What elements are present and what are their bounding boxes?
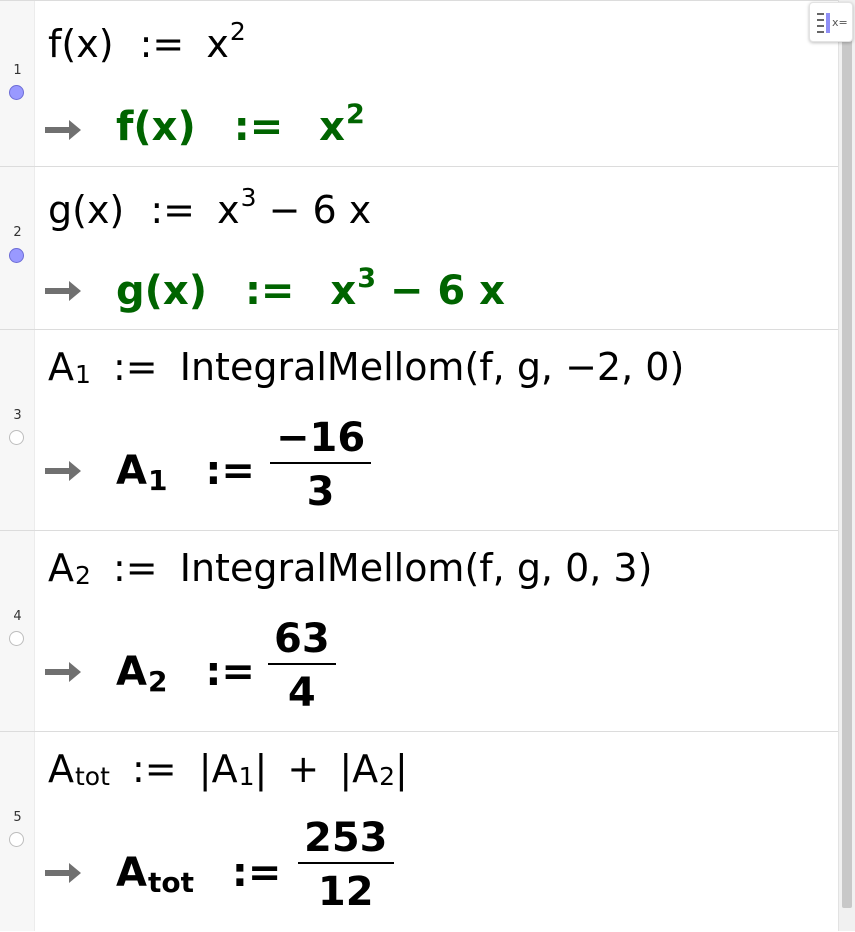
right-arrow-icon [45,863,81,883]
plus-operator: + [287,747,320,791]
cas-output: g(x) := x3 − 6 x [116,265,505,314]
scrollbar-thumb[interactable] [842,20,852,908]
variable-name: A [116,448,147,494]
cas-input[interactable]: Atot := |A1| + |A2| [48,747,408,791]
cas-row-2[interactable]: 2 g(x) := x3 − 6 x g(x) := x3 − 6 x [0,167,838,330]
row-number: 3 [13,408,22,423]
row-number: 2 [13,225,22,240]
visibility-toggle-icon[interactable] [9,631,24,646]
fraction-numerator: 253 [304,815,388,861]
command-expression: IntegralMellom(f, g, −2, 0) [179,345,685,389]
base: x [319,104,345,150]
abs-bar: | [198,747,212,791]
exponent: 3 [357,263,376,294]
fraction-denominator: 12 [317,869,374,915]
assign-operator: := [150,188,196,232]
function-name: f(x) [116,104,196,150]
cas-output: A2 := [116,649,277,696]
assign-operator: := [205,649,255,695]
row-number: 5 [13,810,22,825]
variable-subscript: 2 [75,561,91,590]
fraction-denominator: 4 [287,670,316,716]
visibility-toggle-icon[interactable] [9,85,24,100]
cas-output: f(x) := x2 [116,101,365,150]
variable-subscript: 2 [379,762,396,791]
function-name: g(x) [48,188,125,232]
cas-input[interactable]: A1 := IntegralMellom(f, g, −2, 0) [48,345,685,389]
toggle-label: x= [832,16,848,29]
fraction-numerator: −16 [276,415,366,461]
visibility-toggle-icon[interactable] [9,832,24,847]
right-arrow-icon [45,120,81,140]
right-arrow-icon [45,281,81,301]
abs-bar: | [339,747,353,791]
exponent: 2 [229,17,246,46]
command-expression: IntegralMellom(f, g, 0, 3) [179,546,653,590]
cas-output: A1 := [116,448,277,495]
assign-operator: := [231,850,282,896]
vertical-scrollbar[interactable] [838,0,855,931]
cas-view: 1 f(x) := x2 f(x) := x2 2 g(x) := x3 − 6… [0,0,838,931]
variable-subscript: 1 [238,762,255,791]
cas-row-4[interactable]: 4 A2 := IntegralMellom(f, g, 0, 3) A2 :=… [0,531,838,732]
cas-input[interactable]: g(x) := x3 − 6 x [48,185,372,232]
assign-operator: := [113,345,158,389]
expression-rest: − 6 x [376,268,505,314]
assign-operator: := [244,268,295,314]
variable-subscript: 1 [75,360,91,389]
cas-input[interactable]: A2 := IntegralMellom(f, g, 0, 3) [48,546,653,590]
assign-operator: := [139,22,185,66]
function-name: f(x) [48,22,114,66]
cas-input[interactable]: f(x) := x2 [48,19,246,66]
exponent: 3 [240,183,257,212]
fraction-numerator: 63 [274,616,330,662]
fraction: −16 3 [270,415,372,515]
base: x [206,22,229,66]
variable-name: A [352,747,379,791]
right-arrow-icon [45,461,81,481]
fraction: 63 4 [268,619,336,713]
visibility-toggle-icon[interactable] [9,248,24,263]
cas-output: Atot := [116,850,303,897]
assign-operator: := [205,448,255,494]
variable-subscript: 1 [147,464,168,497]
abs-bar: | [395,747,408,791]
cas-row-1[interactable]: 1 f(x) := x2 f(x) := x2 [0,1,838,167]
expression-rest: − 6 x [256,188,372,232]
variable-name: A [48,345,74,389]
visibility-toggle-icon[interactable] [9,430,24,445]
variable-name: A [211,747,238,791]
row-number: 1 [13,63,22,78]
assign-operator: := [132,747,177,791]
fraction: 253 12 [298,818,394,912]
variable-subscript: tot [147,866,194,899]
cas-row-5[interactable]: 5 Atot := |A1| + |A2| Atot := 253 12 [0,732,838,932]
fraction-denominator: 3 [306,469,335,515]
base: x [217,188,240,232]
row-number: 4 [13,609,22,624]
assign-operator: := [233,104,284,150]
variable-subscript: 2 [147,665,168,698]
cas-row-3[interactable]: 3 A1 := IntegralMellom(f, g, −2, 0) A1 :… [0,330,838,531]
assign-operator: := [113,546,158,590]
abs-bar: | [254,747,268,791]
variable-subscript: tot [75,762,110,791]
exponent: 2 [345,99,365,130]
base: x [330,268,357,314]
right-arrow-icon [45,662,81,682]
algebra-input-toggle-button[interactable]: x= [809,2,853,42]
function-name: g(x) [116,268,207,314]
variable-name: A [48,546,74,590]
variable-name: A [116,649,147,695]
variable-name: A [48,747,74,791]
variable-name: A [116,850,147,896]
